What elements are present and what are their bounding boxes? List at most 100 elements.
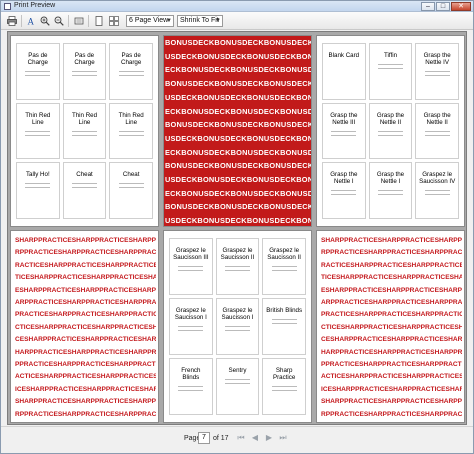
card-body-text [25,71,51,76]
last-page-icon[interactable]: ⏭ [278,433,288,443]
sharp-practice-card-back: SHARPPRACTICESHARPPRACTICESHARPPRACTICES… [15,235,156,418]
card-grid: Pas de Charge Pas de Charge Pas de Charge T… [16,43,153,219]
card-grid: Blank Card Tiffin Grasp the Nettle IV Grasp… [322,43,459,219]
preview-page[interactable]: SHARPPRACTICESHARPPRACTICESHARPPRACTICES… [316,230,465,423]
card: Thin Red Line [16,102,60,160]
card-title: Grasp the Nettle I [376,171,405,186]
chevron-down-icon: ▼ [166,18,172,24]
card: Tally Ho! [16,162,60,219]
preview-page[interactable]: Pas de Charge Pas de Charge Pas de Charge T… [10,35,159,227]
card-title: Blank Card [328,52,360,59]
card-back-pattern-row: USDECKBONUSDECKBONUSDECKBONUSDECKBONUSDE… [165,92,311,102]
card-title: Cheat [76,171,93,179]
close-button[interactable]: ✕ [451,2,471,11]
card-title: Thin Red Line [25,111,51,126]
card-body-text [271,319,297,324]
zoom-in-icon[interactable] [39,15,51,27]
maximize-button[interactable]: □ [436,2,450,11]
card-back-pattern-row: RPPRACTICESHARPPRACTICESHARPPRACTICESHAR… [15,410,156,418]
preview-page[interactable]: BONUSDECKBONUSDECKBONUSDECKBONUSDECKBONU… [163,35,312,227]
card-body-text [331,130,357,136]
card: Graspez le Saucisson III [169,238,213,295]
svg-text:A: A [28,17,35,27]
sharp-practice-card-back: SHARPPRACTICESHARPPRACTICESHARPPRACTICES… [321,235,462,418]
card-back-pattern-row: BONUSDECKBONUSDECKBONUSDECKBONUSDECKBONU… [165,202,311,212]
title-bar: Print Preview – □ ✕ [1,1,473,12]
printer-icon[interactable] [6,15,18,27]
card-body-text [377,130,403,136]
card: Sharp Practice [262,358,306,415]
card-back-pattern-row: HARPPRACTICESHARPPRACTICESHARPPRACTICESH… [15,348,156,356]
card-back-pattern-row: HARPPRACTICESHARPPRACTICESHARPPRACTICESH… [321,348,462,356]
card-body-text [118,71,144,76]
card: Tiffin [368,43,413,100]
page-setup-icon[interactable] [73,15,85,27]
card-back-pattern-row: ARPPRACTICESHARPPRACTICESHARPPRACTICESHA… [321,299,462,307]
card: Grasp the Nettle I [322,162,366,219]
print-preview-window: Print Preview – □ ✕ A 6 Page View ▼ Shri… [0,0,474,454]
preview-page[interactable]: Blank Card Tiffin Grasp the Nettle IV Grasp… [316,35,465,227]
card-back-pattern-row: ECKBONUSDECKBONUSDECKBONUSDECKBONUSDECKB… [165,147,311,157]
page-count: of 17 [213,435,229,442]
card-title: Cheat [122,171,140,179]
view-mode-select[interactable]: 6 Page View ▼ [126,15,174,27]
card: Grasp the Nettle II [415,102,459,160]
card-body-text [178,266,204,271]
multi-page-icon[interactable] [108,15,120,27]
card-back-pattern-row: BONUSDECKBONUSDECKBONUSDECKBONUSDECKBONU… [165,38,311,47]
one-page-icon[interactable] [93,15,105,27]
preview-page[interactable]: SHARPPRACTICESHARPPRACTICESHARPPRACTICES… [10,230,159,423]
card-back-pattern-row: PRACTICESHARPPRACTICESHARPPRACTICESHARPP… [15,311,156,319]
card-back-pattern-row: ECKBONUSDECKBONUSDECKBONUSDECKBONUSDECKB… [165,106,311,116]
card-title: Grasp the Nettle II [423,111,451,126]
card-title: Graspez le Saucisson I [221,307,254,321]
preview-page[interactable]: Graspez le Saucisson III Graspez le Sauci… [163,230,312,423]
card-body-text [331,190,357,196]
zoom-mode-select[interactable]: Shrink To Fit ▼ [177,15,223,27]
card: Graspez le Saucisson II [215,238,260,295]
zoom-mode-value: Shrink To Fit [180,17,219,24]
card-title: Thin Red Line [118,111,144,126]
card-back-pattern-row: CESHARPPRACTICESHARPPRACTICESHARPPRACTIC… [321,336,462,344]
previous-page-icon[interactable]: ◀ [250,433,260,443]
card: Thin Red Line [62,102,107,160]
card-back-pattern-row: ESHARPPRACTICESHARPPRACTICESHARPPRACTICE… [321,286,462,294]
card-body-text [118,130,144,136]
card-title: Grasp the Nettle III [330,111,358,126]
card-body-text [71,183,97,189]
card: Grasp the Nettle I [368,162,413,219]
first-page-icon[interactable]: ⏮ [236,433,246,443]
card: British Blinds [262,298,306,355]
card-title: Tiffin [383,52,398,59]
card-back-pattern-row: SHARPPRACTICESHARPPRACTICESHARPPRACTICES… [15,398,156,406]
card-title: Sharp Practice [272,367,296,381]
card-back-pattern-row: RPPRACTICESHARPPRACTICESHARPPRACTICESHAR… [321,249,462,257]
card-body-text [178,386,204,391]
preview-area: Pas de Charge Pas de Charge Pas de Charge T… [7,31,467,425]
toolbar-separator [21,15,22,27]
page-number-input[interactable]: 7 [198,432,210,444]
card-title: Graspez le Saucisson II [267,247,302,261]
card-back-pattern-row: USDECKBONUSDECKBONUSDECKBONUSDECKBONUSDE… [165,175,311,185]
card-back-pattern-row: ECKBONUSDECKBONUSDECKBONUSDECKBONUSDECKB… [165,188,311,198]
card-back-pattern-row: PPRACTICESHARPPRACTICESHARPPRACTICESHARP… [15,361,156,369]
card: Pas de Charge [62,43,107,100]
card-title: Pas de Charge [74,52,95,66]
card-title: Tally Ho! [25,171,50,179]
card-body-text [224,266,250,271]
toolbar-separator [68,15,69,27]
card-back-pattern-row: USDECKBONUSDECKBONUSDECKBONUSDECKBONUSDE… [165,216,311,226]
next-page-icon[interactable]: ▶ [264,433,274,443]
zoom-out-icon[interactable] [53,15,65,27]
card-back-pattern-row: PRACTICESHARPPRACTICESHARPPRACTICESHARPP… [321,311,462,319]
card-body-text [118,183,144,189]
card: Cheat [109,162,153,219]
card-title: Graspez le Saucisson III [173,247,209,261]
card-body-text [271,266,297,271]
card: Sentry [215,358,260,415]
card-title: British Blinds [266,307,303,314]
toolbar: A 6 Page View ▼ Shrink To Fit ▼ [1,12,473,30]
minimize-button[interactable]: – [421,2,435,11]
card-back-pattern-row: RACTICESHARPPRACTICESHARPPRACTICESHARPPR… [15,261,156,269]
font-icon[interactable]: A [25,15,37,27]
